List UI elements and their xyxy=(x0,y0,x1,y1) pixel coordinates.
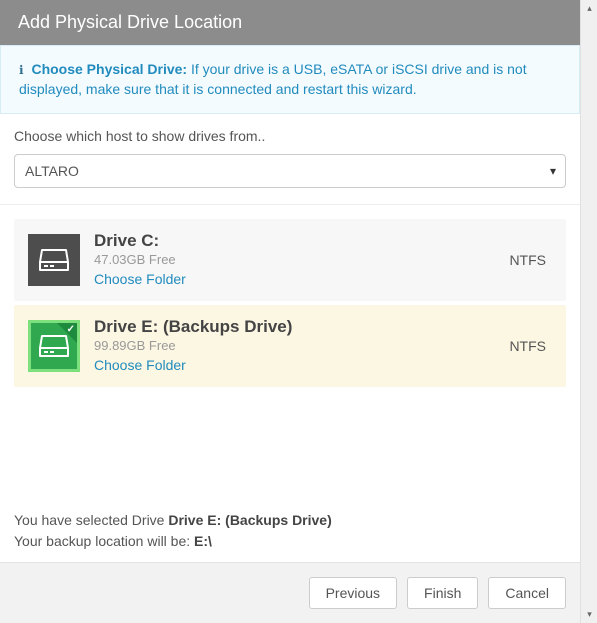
drive-filesystem: NTFS xyxy=(509,252,546,268)
drive-row[interactable]: ✓ Drive E: (Backups Drive) 99.89GB Free … xyxy=(14,305,566,387)
previous-button[interactable]: Previous xyxy=(309,577,397,609)
drive-icon xyxy=(28,234,80,286)
host-select[interactable]: ALTARO xyxy=(14,154,566,188)
drive-free-space: 99.89GB Free xyxy=(94,338,495,353)
scrollbar-vertical[interactable]: ▴ ▾ xyxy=(580,0,597,623)
hdd-icon xyxy=(38,248,70,272)
drive-list: Drive C: 47.03GB Free Choose Folder NTFS… xyxy=(14,219,566,391)
dialog-title: Add Physical Drive Location xyxy=(0,0,580,45)
scroll-down-icon[interactable]: ▾ xyxy=(581,606,597,623)
drive-free-space: 47.03GB Free xyxy=(94,252,495,267)
info-banner: ℹ Choose Physical Drive: If your drive i… xyxy=(0,45,580,114)
drive-name: Drive C: xyxy=(94,231,495,251)
host-label: Choose which host to show drives from.. xyxy=(14,128,566,144)
scroll-up-icon[interactable]: ▴ xyxy=(581,0,597,17)
drive-icon: ✓ xyxy=(28,320,80,372)
banner-heading: Choose Physical Drive: xyxy=(31,61,187,77)
drive-name: Drive E: (Backups Drive) xyxy=(94,317,495,337)
divider xyxy=(0,204,580,205)
dialog-footer: Previous Finish Cancel xyxy=(0,562,580,623)
finish-button[interactable]: Finish xyxy=(407,577,478,609)
selection-summary: You have selected Drive Drive E: (Backup… xyxy=(14,510,566,562)
info-icon: ℹ xyxy=(19,63,24,77)
cancel-button[interactable]: Cancel xyxy=(488,577,566,609)
choose-folder-link[interactable]: Choose Folder xyxy=(94,271,186,287)
choose-folder-link[interactable]: Choose Folder xyxy=(94,357,186,373)
check-icon: ✓ xyxy=(67,324,75,335)
drive-filesystem: NTFS xyxy=(509,338,546,354)
drive-row[interactable]: Drive C: 47.03GB Free Choose Folder NTFS xyxy=(14,219,566,301)
